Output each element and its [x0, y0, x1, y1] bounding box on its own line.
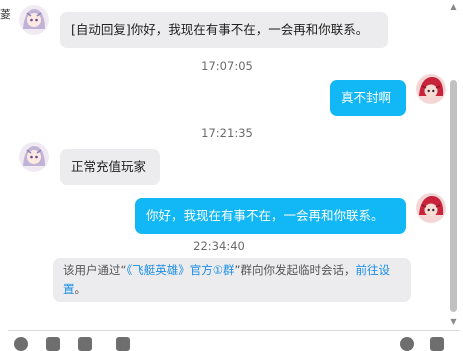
chat-scrollbar[interactable]: ▲ ▼ — [447, 0, 460, 330]
scroll-down-icon[interactable]: ▼ — [447, 317, 460, 327]
notice-text-middle: ”群向你发起临时会话， — [234, 263, 356, 277]
input-toolbar — [8, 331, 460, 351]
contact-avatar[interactable] — [19, 5, 49, 35]
message-timestamp: 17:21:35 — [201, 126, 253, 140]
emoji-icon[interactable] — [14, 337, 28, 351]
contact-avatar[interactable] — [19, 142, 49, 172]
message-bubble-outgoing[interactable]: 真不封啊 — [330, 80, 406, 116]
self-avatar[interactable] — [416, 193, 446, 223]
more-icon[interactable] — [430, 337, 444, 351]
chat-message-area[interactable]: [自动回复]你好，我现在有事不在，一会再和你联系。 17:07:05 真不封啊 … — [8, 0, 446, 330]
message-bubble-outgoing[interactable]: 你好，我现在有事不在，一会再和你联系。 — [135, 198, 406, 234]
message-bubble-incoming[interactable]: [自动回复]你好，我现在有事不在，一会再和你联系。 — [60, 12, 388, 48]
gif-icon[interactable] — [46, 337, 60, 351]
notice-text-after: 。 — [74, 282, 87, 296]
message-timestamp: 22:34:40 — [193, 239, 245, 253]
scrollbar-thumb[interactable] — [450, 80, 457, 312]
temporary-session-notice: 该用户通过“《飞艇英雄》官方①群”群向你发起临时会话，前往设置。 — [53, 258, 411, 302]
message-bubble-incoming[interactable]: 正常充值玩家 — [60, 149, 160, 185]
file-icon[interactable] — [116, 337, 130, 351]
group-link[interactable]: 《飞艇英雄》官方①群 — [126, 263, 234, 277]
notice-text-before: 该用户通过“ — [63, 263, 127, 277]
scroll-up-icon[interactable]: ▲ — [447, 2, 460, 12]
screenshot-icon[interactable] — [78, 337, 92, 351]
history-icon[interactable] — [400, 337, 414, 351]
message-timestamp: 17:07:05 — [201, 59, 253, 73]
self-avatar[interactable] — [416, 74, 446, 104]
